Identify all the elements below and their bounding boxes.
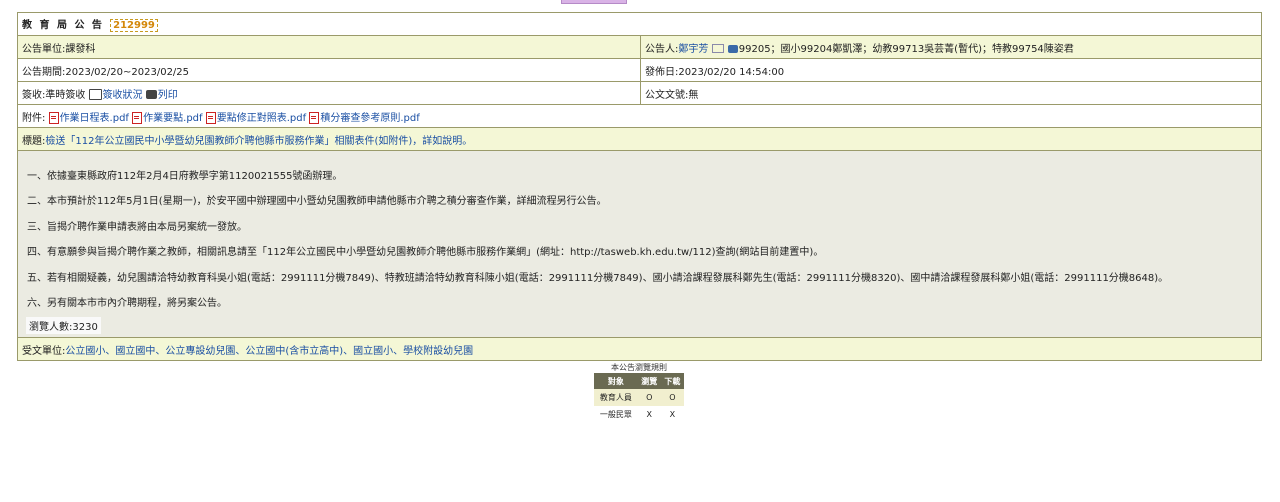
printer-icon	[145, 90, 157, 99]
recipients-list[interactable]: 公立國小、國立國中、公立專設幼兒園、公立國中(含市立高中)、國立國小、學校附設幼…	[65, 346, 473, 357]
attachments-cell: 附件: 作業日程表.pdf 作業要點.pdf 要點修正對照表.pdf 積分審查參…	[17, 104, 1262, 128]
rules-header-view: 瀏覽	[637, 373, 661, 389]
subject-cell: 標題:檢送「112年公立國民中小學暨幼兒園教師介聘他縣市服務作業」相關表件(如附…	[17, 127, 1262, 151]
announcer-name-link[interactable]: 鄭宇芳	[678, 44, 708, 55]
body-line: 六、另有關本市市內介聘期程，將另案公告。	[27, 298, 227, 309]
announcer-label: 公告人:	[645, 43, 679, 55]
view-rules-box: 本公告瀏覽規則 對象 瀏覽 下載 教育人員 O O 一般民眾 X X	[594, 362, 684, 423]
rules-cell: O	[660, 389, 684, 406]
announcement-id[interactable]: 212999	[110, 19, 158, 32]
rules-cell: 教育人員	[594, 389, 638, 406]
view-rules-table: 對象 瀏覽 下載 教育人員 O O 一般民眾 X X	[594, 373, 684, 423]
sign-status-icon	[88, 89, 102, 100]
announcer-ext: 99205；國小99204鄭凱澤；幼教99713吳芸菁(暫代)；特教99754陳…	[738, 43, 1074, 55]
recipients-label: 受文單位:	[22, 345, 66, 357]
body-line: 三、旨揭介聘作業申請表將由本局另案統一發放。	[27, 222, 247, 233]
pdf-icon	[48, 111, 59, 124]
content-body: 一、依據臺東縣政府112年2月4日府教學字第1120021555號函辦理。 二、…	[22, 151, 1257, 337]
subject-link[interactable]: 檢送「112年公立國民中小學暨幼兒園教師介聘他縣市服務作業」相關表件(如附件)，…	[45, 136, 472, 147]
attachment-link[interactable]: 作業要點.pdf	[143, 113, 202, 124]
announcement-table: 教 育 局 公 告 212999 公告單位:課發科 公告人:鄭宇芳 99205；…	[17, 12, 1262, 361]
announcement-header: 教 育 局 公 告 212999	[17, 12, 1262, 36]
sign-cell: 簽收:準時簽收 簽收狀況 列印	[17, 81, 641, 105]
announcer-cell: 公告人:鄭宇芳 99205；國小99204鄭凱澤；幼教99713吳芸菁(暫代)；…	[640, 35, 1262, 59]
publish-date: 發佈日:2023/02/20 14:54:00	[645, 66, 785, 78]
rules-cell: O	[637, 389, 661, 406]
mail-icon[interactable]	[711, 44, 724, 53]
print-link[interactable]: 列印	[158, 90, 178, 101]
attachment-link[interactable]: 作業日程表.pdf	[60, 113, 129, 124]
doc-number: 公文文號:無	[645, 89, 699, 101]
view-count: 瀏覽人數:3230	[26, 317, 101, 334]
rules-header-download: 下載	[660, 373, 684, 389]
subject-label: 標題:	[22, 135, 46, 147]
unit-cell: 公告單位:課發科	[17, 35, 641, 59]
page-title: 教 育 局 公 告	[22, 20, 104, 31]
sign-label: 簽收:準時簽收	[22, 89, 86, 101]
attachments-label: 附件:	[22, 112, 46, 124]
sign-status-link[interactable]: 簽收狀況	[103, 90, 143, 101]
body-line: 四、有意願參與旨揭介聘作業之教師，相關訊息請至「112年公立國民中小學暨幼兒園教…	[27, 247, 824, 258]
rules-cell: X	[646, 410, 653, 419]
table-row: 教育人員 O O	[594, 389, 684, 406]
rules-header-target: 對象	[594, 373, 638, 389]
table-row: 一般民眾 X X	[594, 406, 684, 423]
rules-cell: X	[669, 410, 676, 419]
doc-number-cell: 公文文號:無	[640, 81, 1262, 105]
announcing-unit: 公告單位:課發科	[22, 43, 96, 55]
view-rules-title: 本公告瀏覽規則	[611, 363, 667, 372]
pdf-icon	[205, 111, 216, 124]
pdf-icon	[132, 111, 143, 124]
phone-icon	[727, 44, 738, 53]
body-line: 五、若有相關疑義，幼兒園請洽特幼教育科吳小姐(電話：2991111分機7849)…	[27, 273, 1169, 284]
recipients-cell: 受文單位:公立國小、國立國中、公立專設幼兒園、公立國中(含市立高中)、國立國小、…	[17, 337, 1262, 361]
period-cell: 公告期間:2023/02/20~2023/02/25	[17, 58, 641, 82]
pdf-icon	[309, 111, 320, 124]
content-cell: 一、依據臺東縣政府112年2月4日府教學字第1120021555號函辦理。 二、…	[17, 150, 1262, 338]
publish-cell: 發佈日:2023/02/20 14:54:00	[640, 58, 1262, 82]
attachment-link[interactable]: 要點修正對照表.pdf	[217, 113, 306, 124]
body-line: 二、本市預計於112年5月1日(星期一)，於安平國中辦理國中小暨幼兒園教師申請他…	[27, 196, 607, 207]
rules-cell: 一般民眾	[599, 410, 632, 419]
top-tab-indicator	[561, 0, 627, 4]
announcement-period: 公告期間:2023/02/20~2023/02/25	[22, 66, 190, 78]
attachment-link[interactable]: 積分審查參考原則.pdf	[320, 113, 419, 124]
body-line: 一、依據臺東縣政府112年2月4日府教學字第1120021555號函辦理。	[27, 171, 343, 182]
